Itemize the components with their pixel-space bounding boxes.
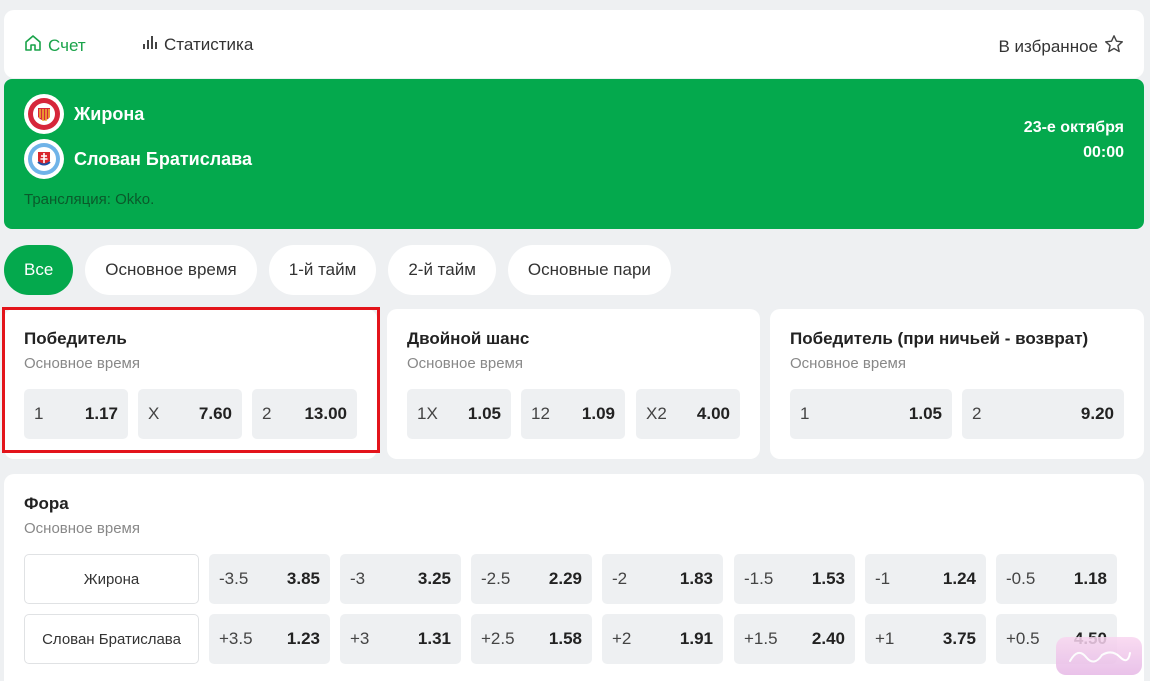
favorite-label: В избранное (998, 36, 1099, 56)
watermark-logo (1056, 637, 1142, 675)
odds-value: 3.25 (417, 569, 451, 588)
odds-label: +0.5 (1006, 629, 1040, 648)
team-away-name: Слован Братислава (74, 148, 253, 169)
market-card-draw-no-bet: Победитель (при ничьей - возврат) Основн… (770, 309, 1144, 459)
odds-label: -2.5 (481, 569, 511, 588)
odds-value: 3.85 (286, 569, 320, 588)
odds-value: 1.05 (467, 404, 501, 423)
odds-label: +3.5 (219, 629, 253, 648)
match-datetime: 23-е октября 00:00 (1024, 115, 1124, 165)
odds-value: 1.53 (811, 569, 845, 588)
odds-value: 1.05 (908, 404, 942, 423)
handicap-odds-button[interactable]: +3 1.31 (340, 614, 461, 664)
tab-score-label: Счет (48, 35, 86, 55)
handicap-team-home: Жирона (24, 554, 199, 604)
odds-button[interactable]: 1 1.05 (790, 389, 952, 439)
odds-label: -0.5 (1006, 569, 1036, 588)
handicap-team-away: Слован Братислава (24, 614, 199, 664)
odds-value: 1.24 (942, 569, 976, 588)
add-to-favorites-button[interactable]: В избранное (999, 34, 1125, 59)
odds-label: -2 (612, 569, 628, 588)
odds-label: +2 (612, 629, 632, 648)
odds-value: 1.91 (679, 629, 713, 648)
odds-button[interactable]: 1X 1.05 (407, 389, 511, 439)
selection-highlight (2, 307, 380, 453)
handicap-odds-button[interactable]: -3 3.25 (340, 554, 461, 604)
market-title: Победитель (при ничьей - возврат) (790, 329, 1089, 348)
odds-value: 3.75 (942, 629, 976, 648)
odds-label: -1 (875, 569, 891, 588)
match-time: 00:00 (1083, 144, 1124, 161)
market-title: Фора (24, 494, 69, 513)
slovan-crest-icon (24, 139, 64, 179)
odds-label: -3 (350, 569, 366, 588)
tab-statistics-label: Статистика (164, 34, 254, 54)
odds-value: 1.31 (417, 629, 451, 648)
star-outline-icon (1104, 34, 1124, 59)
odds-label: +2.5 (481, 629, 515, 648)
handicap-odds-button[interactable]: -3.5 3.85 (209, 554, 330, 604)
odds-button[interactable]: 2 9.20 (962, 389, 1124, 439)
odds-value: 1.09 (581, 404, 615, 423)
odds-label: X2 (646, 404, 667, 423)
team-home: Жирона (24, 94, 144, 134)
handicap-odds-button[interactable]: +1 3.75 (865, 614, 986, 664)
match-date: 23-е октября (1023, 119, 1124, 136)
handicap-odds-button[interactable]: +3.5 1.23 (209, 614, 330, 664)
handicap-odds-button[interactable]: -1 1.24 (865, 554, 986, 604)
handicap-odds-button[interactable]: -2 1.83 (602, 554, 723, 604)
odds-value: 1.18 (1073, 569, 1107, 588)
handicap-odds-button[interactable]: -1.5 1.53 (734, 554, 855, 604)
odds-label: +1.5 (744, 629, 778, 648)
odds-label: 1X (417, 404, 438, 423)
filter-regular-time[interactable]: Основное время (85, 245, 257, 295)
odds-value: 1.83 (679, 569, 713, 588)
handicap-odds-button[interactable]: -2.5 2.29 (471, 554, 592, 604)
odds-label: 1 (800, 404, 810, 423)
odds-value: 2.40 (811, 629, 845, 648)
market-subtitle: Основное время (24, 520, 140, 537)
odds-value: 9.20 (1080, 404, 1114, 423)
tab-statistics[interactable]: Статистика (142, 34, 253, 55)
odds-label: +1 (875, 629, 895, 648)
odds-button[interactable]: X2 4.00 (636, 389, 740, 439)
filter-all[interactable]: Все (4, 245, 74, 295)
broadcast-info: Трансляция: Okko. (24, 191, 155, 208)
odds-value: 1.23 (286, 629, 320, 648)
team-home-name: Жирона (74, 103, 145, 124)
team-away: Слован Братислава (24, 139, 252, 179)
market-filters: Все Основное время 1-й тайм 2-й тайм Осн… (4, 245, 671, 295)
market-subtitle: Основное время (790, 355, 906, 372)
filter-second-half[interactable]: 2-й тайм (388, 245, 496, 295)
odds-button[interactable]: 12 1.09 (521, 389, 625, 439)
market-card-handicap: Фора Основное время Жирона Слован Братис… (4, 474, 1144, 681)
odds-value: 2.29 (548, 569, 582, 588)
match-nav-bar: Счет Статистика В избранное (4, 10, 1144, 78)
handicap-odds-button[interactable]: -0.5 1.18 (996, 554, 1117, 604)
filter-main-bets[interactable]: Основные пари (507, 245, 671, 295)
handicap-odds-button[interactable]: +1.5 2.40 (734, 614, 855, 664)
odds-label: -3.5 (219, 569, 249, 588)
market-title: Двойной шанс (407, 329, 530, 348)
odds-label: 2 (972, 404, 982, 423)
market-subtitle: Основное время (407, 355, 523, 372)
tab-score[interactable]: Счет (24, 34, 86, 57)
market-card-double-chance: Двойной шанс Основное время 1X 1.05 12 1… (387, 309, 760, 459)
girona-crest-icon (24, 94, 64, 134)
handicap-odds-button[interactable]: +2 1.91 (602, 614, 723, 664)
match-banner: Жирона Слован Братислава Трансляция: Okk… (4, 79, 1144, 229)
odds-label: 12 (531, 404, 550, 423)
home-icon (24, 34, 42, 57)
odds-value: 4.00 (696, 404, 730, 423)
bar-chart-icon (142, 34, 158, 55)
filter-first-half[interactable]: 1-й тайм (268, 245, 377, 295)
odds-label: +3 (350, 629, 370, 648)
odds-value: 1.58 (548, 629, 582, 648)
handicap-odds-button[interactable]: +2.5 1.58 (471, 614, 592, 664)
odds-label: -1.5 (744, 569, 774, 588)
